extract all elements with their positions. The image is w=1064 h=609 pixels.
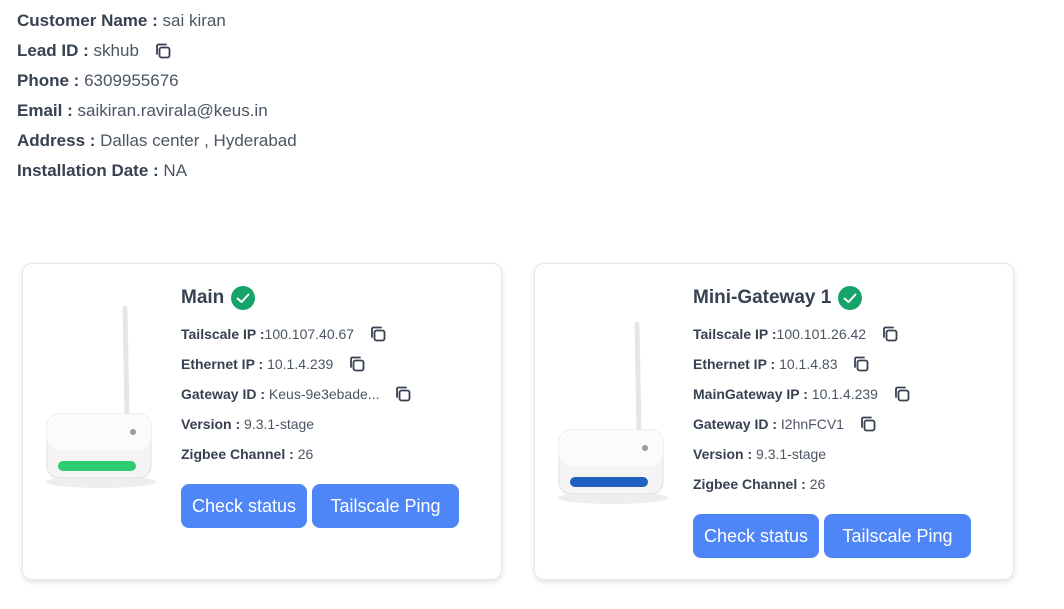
copy-icon[interactable] (153, 41, 173, 61)
ethernet-ip-row: Ethernet IP : 10.1.4.239 (181, 353, 367, 375)
tailscale-ip-label: Tailscale IP : (181, 326, 265, 342)
zigbee-channel-row: Zigbee Channel : 26 (181, 443, 313, 465)
lead-id-value: skhub (93, 41, 139, 60)
tailscale-ping-button[interactable]: Tailscale Ping (824, 514, 971, 558)
zigbee-channel-label: Zigbee Channel : (181, 446, 294, 462)
tailscale-ping-button[interactable]: Tailscale Ping (312, 484, 459, 528)
ethernet-ip-value: 10.1.4.83 (779, 356, 838, 372)
customer-name-label: Customer Name : (17, 11, 158, 30)
gateway-title-row: Mini-Gateway 1 (693, 286, 862, 310)
phone-value: 6309955676 (84, 71, 179, 90)
gateway-id-value: Keus-9e3ebade... (268, 386, 380, 402)
gateway-card-mini-gateway-1: Mini-Gateway 1 Tailscale IP :100.101.26.… (534, 263, 1014, 580)
address-row: Address : Dallas center , Hyderabad (17, 126, 297, 156)
zigbee-channel-value: 26 (809, 476, 826, 492)
version-value: 9.3.1-stage (756, 446, 827, 462)
tailscale-ip-row: Tailscale IP :100.107.40.67 (181, 323, 388, 345)
main-gateway-ip-label: MainGateway IP : (693, 386, 808, 402)
installation-date-label: Installation Date : (17, 161, 159, 180)
status-check-icon (231, 286, 255, 310)
customer-name-value: sai kiran (162, 11, 226, 30)
ethernet-ip-row: Ethernet IP : 10.1.4.83 (693, 353, 871, 375)
gateway-title: Mini-Gateway 1 (693, 287, 832, 308)
version-label: Version : (693, 446, 753, 462)
gateway-card-main: Main Tailscale IP :100.107.40.67 Etherne… (22, 263, 502, 580)
tailscale-ip-value: 100.101.26.42 (776, 326, 867, 342)
gateway-device-image (558, 321, 668, 504)
gateway-id-value: I2hnFCV1 (780, 416, 844, 432)
main-gateway-ip-value: 10.1.4.239 (811, 386, 878, 402)
device-led (58, 461, 136, 471)
copy-icon[interactable] (880, 324, 900, 344)
lead-id-label: Lead ID : (17, 41, 89, 60)
gateway-title-row: Main (181, 286, 255, 310)
customer-info: Customer Name : sai kiran Lead ID : skhu… (17, 6, 297, 186)
zigbee-channel-value: 26 (297, 446, 314, 462)
version-row: Version : 9.3.1-stage (693, 443, 826, 465)
tailscale-ip-value: 100.107.40.67 (264, 326, 355, 342)
gateway-id-row: Gateway ID : I2hnFCV1 (693, 413, 878, 435)
zigbee-channel-row: Zigbee Channel : 26 (693, 473, 825, 495)
version-label: Version : (181, 416, 241, 432)
email-value: saikiran.ravirala@keus.in (77, 101, 268, 120)
address-label: Address : (17, 131, 96, 150)
copy-icon[interactable] (393, 384, 413, 404)
email-row: Email : saikiran.ravirala@keus.in (17, 96, 297, 126)
tailscale-ip-row: Tailscale IP :100.101.26.42 (693, 323, 900, 345)
gateway-title: Main (181, 287, 225, 308)
zigbee-channel-label: Zigbee Channel : (693, 476, 806, 492)
gateway-id-label: Gateway ID : (693, 416, 778, 432)
gateway-id-row: Gateway ID : Keus-9e3ebade... (181, 383, 413, 405)
check-status-button[interactable]: Check status (181, 484, 307, 528)
customer-name-row: Customer Name : sai kiran (17, 6, 297, 36)
ethernet-ip-label: Ethernet IP : (693, 356, 776, 372)
phone-label: Phone : (17, 71, 80, 90)
main-gateway-ip-row: MainGateway IP : 10.1.4.239 (693, 383, 912, 405)
installation-date-row: Installation Date : NA (17, 156, 297, 186)
gateway-device-image (46, 305, 156, 488)
copy-icon[interactable] (368, 324, 388, 344)
copy-icon[interactable] (858, 414, 878, 434)
copy-icon[interactable] (347, 354, 367, 374)
gateway-id-label: Gateway ID : (181, 386, 266, 402)
copy-icon[interactable] (892, 384, 912, 404)
phone-row: Phone : 6309955676 (17, 66, 297, 96)
version-row: Version : 9.3.1-stage (181, 413, 314, 435)
tailscale-ip-label: Tailscale IP : (693, 326, 777, 342)
ethernet-ip-label: Ethernet IP : (181, 356, 264, 372)
email-label: Email : (17, 101, 73, 120)
lead-id-row: Lead ID : skhub (17, 36, 297, 66)
address-value: Dallas center , Hyderabad (100, 131, 297, 150)
installation-date-value: NA (163, 161, 188, 180)
status-check-icon (838, 286, 862, 310)
device-led (570, 477, 648, 487)
copy-icon[interactable] (851, 354, 871, 374)
version-value: 9.3.1-stage (244, 416, 315, 432)
check-status-button[interactable]: Check status (693, 514, 819, 558)
ethernet-ip-value: 10.1.4.239 (267, 356, 334, 372)
